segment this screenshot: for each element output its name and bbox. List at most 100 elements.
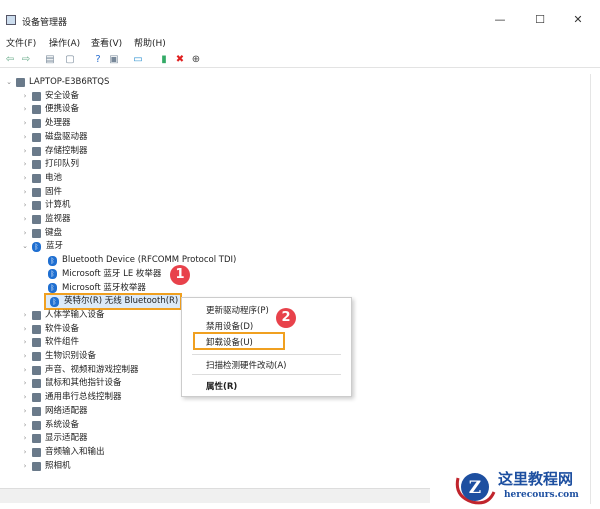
minimize-button[interactable]: — bbox=[492, 13, 508, 29]
chevron-right-icon[interactable]: › bbox=[20, 446, 30, 459]
menu-help[interactable]: 帮助(H) bbox=[134, 36, 166, 49]
chevron-right-icon[interactable]: › bbox=[20, 131, 30, 144]
divider bbox=[590, 74, 591, 504]
menu-action[interactable]: 操作(A) bbox=[49, 36, 80, 49]
tree-item-label: 网络适配器 bbox=[45, 405, 88, 416]
tree-item-label: 计算机 bbox=[45, 200, 71, 211]
chevron-right-icon[interactable]: › bbox=[20, 350, 30, 363]
device-category-icon bbox=[32, 406, 41, 416]
watermark-logo: Z 这里教程网 herecours.com bbox=[452, 466, 597, 506]
chevron-right-icon[interactable]: › bbox=[20, 172, 30, 185]
tree-root[interactable]: ⌄ LAPTOP-E3B6RTQS bbox=[4, 76, 109, 89]
chevron-right-icon[interactable]: › bbox=[20, 432, 30, 445]
tree-category[interactable]: › 存储控制器 bbox=[20, 145, 88, 158]
chevron-down-icon[interactable]: ⌄ bbox=[20, 240, 30, 253]
chevron-right-icon[interactable]: › bbox=[20, 186, 30, 199]
chevron-right-icon[interactable]: › bbox=[20, 460, 30, 473]
page-icon[interactable]: ▢ bbox=[64, 54, 76, 65]
tree-category[interactable]: › 照相机 bbox=[20, 460, 71, 473]
device-category-icon bbox=[32, 187, 41, 197]
tree-category[interactable]: › 监视器 bbox=[20, 213, 71, 226]
tree-category[interactable]: › 磁盘驱动器 bbox=[20, 131, 88, 144]
menu-file[interactable]: 文件(F) bbox=[6, 36, 36, 49]
tree-category[interactable]: › 计算机 bbox=[20, 199, 71, 212]
tree-category[interactable]: › 鼠标和其他指针设备 bbox=[20, 377, 122, 390]
menu-update-driver[interactable]: 更新驱动程序(P) bbox=[206, 304, 269, 316]
tree-item-bluetooth-device[interactable]: ᛒ Bluetooth Device (RFCOMM Protocol TDI) bbox=[46, 254, 236, 267]
tree-category[interactable]: › 声音、视频和游戏控制器 bbox=[20, 364, 139, 377]
tree-item-label: 显示适配器 bbox=[45, 433, 88, 444]
tree-category[interactable]: › 人体学输入设备 bbox=[20, 309, 105, 322]
context-menu: 更新驱动程序(P) 禁用设备(D) 卸载设备(U) 扫描检测硬件改动(A) 属性… bbox=[181, 297, 352, 397]
tree-item-label: 生物识别设备 bbox=[45, 351, 97, 361]
chevron-right-icon[interactable]: › bbox=[20, 117, 30, 130]
bluetooth-icon: ᛒ bbox=[48, 269, 57, 280]
view-icon[interactable]: ▣ bbox=[108, 54, 120, 65]
tree-category[interactable]: › 安全设备 bbox=[20, 90, 79, 103]
menu-uninstall-device[interactable]: 卸载设备(U) bbox=[206, 336, 253, 348]
chevron-right-icon[interactable]: › bbox=[20, 213, 30, 226]
device-category-icon bbox=[16, 78, 25, 87]
monitor-scan-icon[interactable]: ▭ bbox=[132, 54, 144, 65]
chevron-right-icon[interactable]: › bbox=[20, 227, 30, 240]
tree-category-bluetooth[interactable]: ⌄ ᛒ 蓝牙 bbox=[20, 240, 63, 253]
device-category-icon bbox=[32, 324, 41, 334]
tree-category[interactable]: › 显示适配器 bbox=[20, 432, 88, 445]
tree-item-intel-bluetooth[interactable]: ᛒ 英特尔(R) 无线 Bluetooth(R) bbox=[44, 293, 183, 311]
chevron-right-icon[interactable]: › bbox=[20, 405, 30, 418]
chevron-right-icon[interactable]: › bbox=[20, 103, 30, 116]
tree-item-label: Microsoft 蓝牙 LE 枚举器 bbox=[62, 268, 162, 279]
chevron-right-icon[interactable]: › bbox=[20, 336, 30, 349]
status-bar bbox=[0, 488, 430, 503]
tree-item-label: 磁盘驱动器 bbox=[45, 131, 88, 142]
tree-category[interactable]: › 便携设备 bbox=[20, 103, 79, 116]
chevron-right-icon[interactable]: › bbox=[20, 391, 30, 404]
tree-category[interactable]: › 软件组件 bbox=[20, 336, 79, 349]
close-button[interactable]: ✕ bbox=[570, 13, 586, 29]
z-logo-icon: Z bbox=[455, 473, 496, 505]
device-category-icon bbox=[32, 160, 41, 170]
chevron-right-icon[interactable]: › bbox=[20, 419, 30, 432]
chevron-right-icon[interactable]: › bbox=[20, 90, 30, 103]
tree-category[interactable]: › 键盘 bbox=[20, 227, 62, 240]
chevron-right-icon[interactable]: › bbox=[20, 199, 30, 212]
device-category-icon bbox=[32, 173, 41, 183]
tree-category[interactable]: › 电池 bbox=[20, 172, 62, 185]
forward-icon[interactable]: ⇨ bbox=[20, 54, 32, 65]
toolbar: ⇦ ⇨ ▤ ▢? ▣ ▭ ▮ ✖ ⊕ bbox=[0, 52, 600, 68]
chevron-right-icon[interactable]: › bbox=[20, 323, 30, 336]
tree-item-label: 安全设备 bbox=[45, 90, 80, 101]
menu-properties[interactable]: 属性(R) bbox=[206, 380, 237, 392]
chevron-right-icon[interactable]: › bbox=[20, 377, 30, 390]
tree-category[interactable]: › 软件设备 bbox=[20, 323, 79, 336]
chevron-right-icon[interactable]: › bbox=[20, 364, 30, 377]
menu-view[interactable]: 查看(V) bbox=[91, 36, 122, 49]
menu-disable-device[interactable]: 禁用设备(D) bbox=[206, 320, 253, 332]
tree-category[interactable]: › 固件 bbox=[20, 186, 62, 199]
tree-category[interactable]: › 处理器 bbox=[20, 117, 71, 130]
tree-item-bluetooth-device[interactable]: ᛒ Microsoft 蓝牙 LE 枚举器 bbox=[46, 268, 161, 281]
device-category-icon bbox=[32, 352, 41, 361]
tree-category[interactable]: › 通用串行总线控制器 bbox=[20, 391, 122, 404]
device-category-icon bbox=[32, 461, 41, 471]
tree-category[interactable]: › 音频输入和输出 bbox=[20, 446, 105, 459]
download-icon[interactable]: ⊕ bbox=[190, 54, 202, 65]
tree-category[interactable]: › 生物识别设备 bbox=[20, 350, 96, 363]
chevron-down-icon[interactable]: ⌄ bbox=[4, 76, 14, 89]
chevron-right-icon[interactable]: › bbox=[20, 145, 30, 158]
tree-category[interactable]: › 打印队列 bbox=[20, 158, 79, 171]
chevron-right-icon[interactable]: › bbox=[20, 309, 30, 322]
maximize-button[interactable]: ☐ bbox=[532, 13, 548, 29]
tree-item-label: 音频输入和输出 bbox=[45, 446, 105, 457]
back-icon[interactable]: ⇦ bbox=[4, 54, 16, 65]
menu-scan-hardware[interactable]: 扫描检测硬件改动(A) bbox=[206, 359, 286, 371]
add-driver-icon[interactable]: ▮ bbox=[158, 54, 170, 65]
tree-category[interactable]: › 网络适配器 bbox=[20, 405, 88, 418]
chevron-right-icon[interactable]: › bbox=[20, 158, 30, 171]
properties-icon[interactable]: ▤ bbox=[44, 54, 56, 65]
tree-category[interactable]: › 系统设备 bbox=[20, 419, 79, 432]
help-icon[interactable]: ? bbox=[92, 54, 104, 65]
menu-bar: 文件(F) 操作(A) 查看(V) 帮助(H) bbox=[0, 34, 600, 50]
device-category-icon bbox=[32, 119, 41, 129]
uninstall-icon[interactable]: ✖ bbox=[174, 54, 186, 65]
